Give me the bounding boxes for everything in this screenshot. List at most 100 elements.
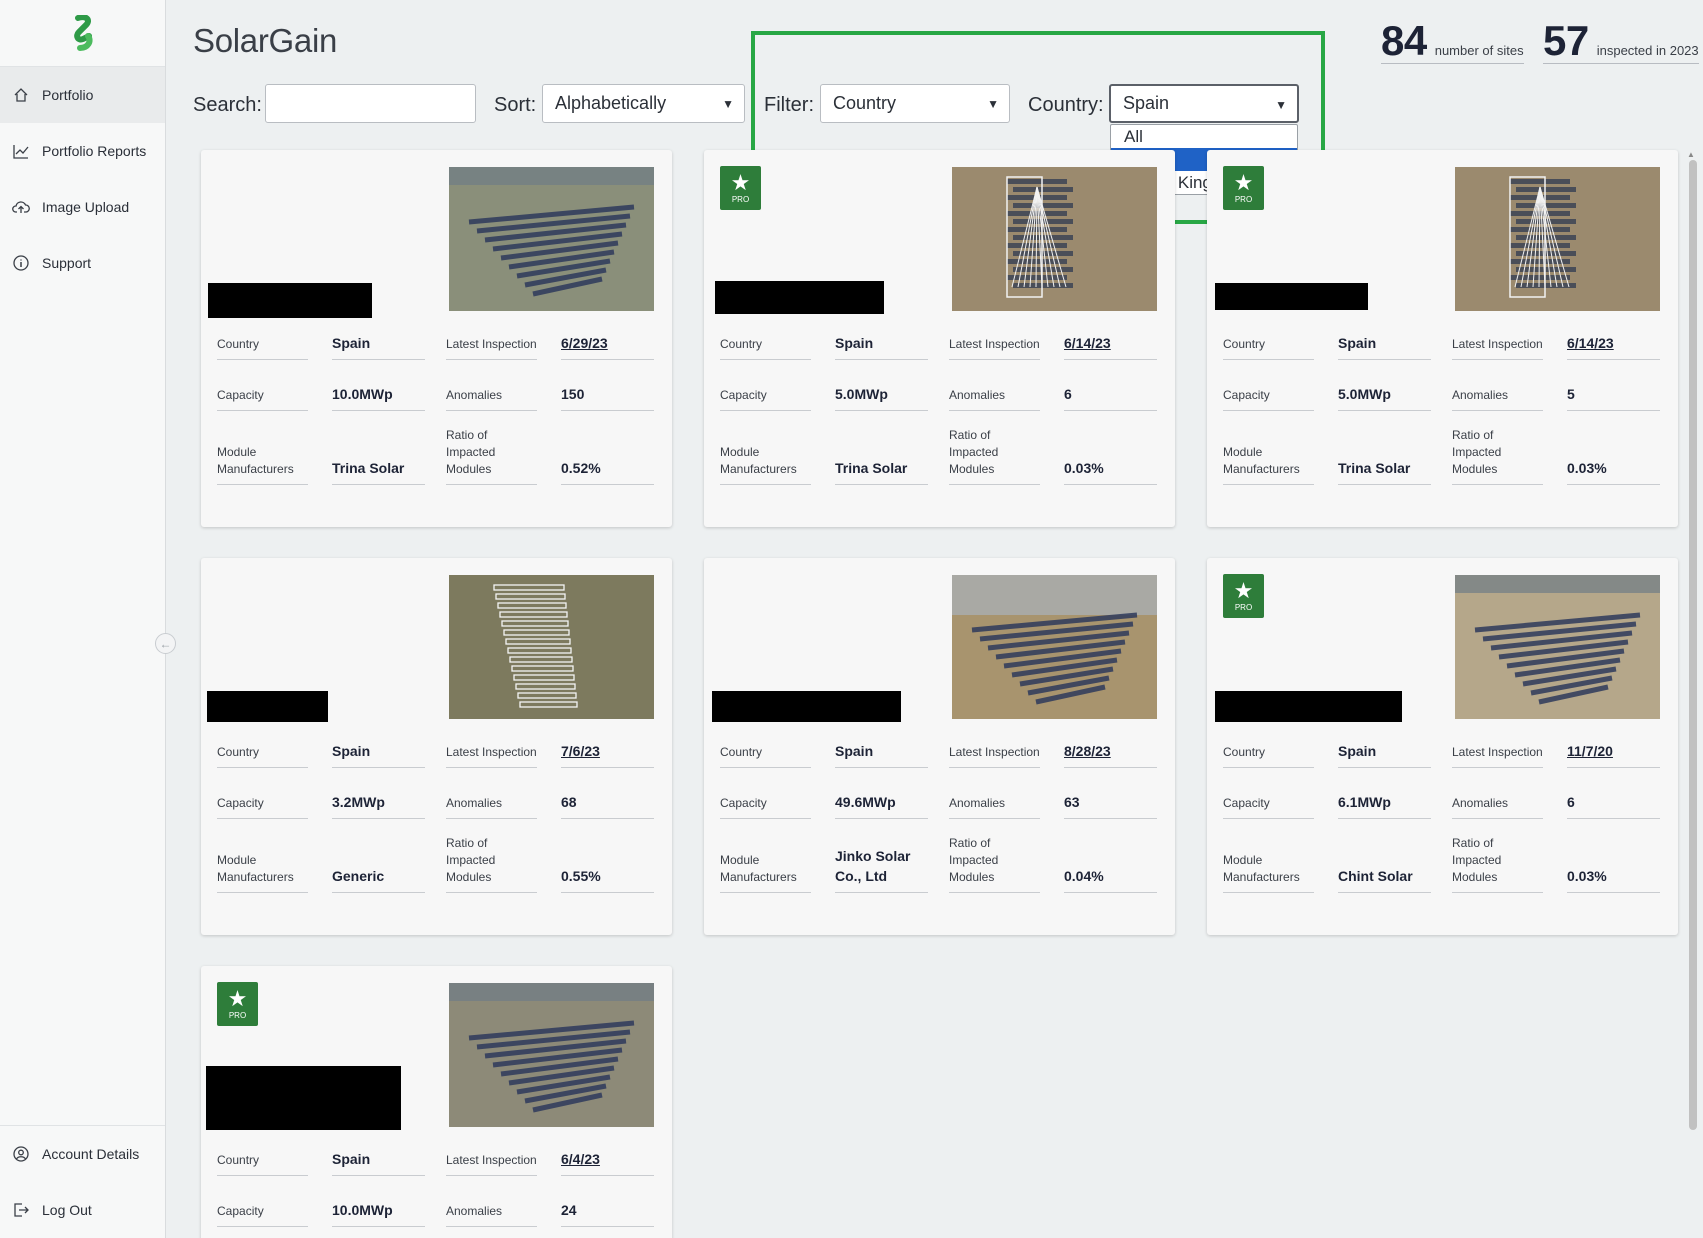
site-thumbnail-image[interactable] (1455, 575, 1660, 719)
ratio-value-cell: 0.03% (1567, 836, 1660, 893)
chevron-down-icon: ▼ (1275, 98, 1287, 112)
anomalies-value: 63 (1064, 794, 1080, 810)
latest-inspection-label: Latest Inspection (1452, 744, 1543, 761)
country-label-cell: Country (1223, 327, 1314, 360)
inspected-stat: 57 inspected in 2023 (1543, 20, 1699, 64)
capacity-label: Capacity (720, 387, 767, 404)
anomalies-value: 6 (1064, 386, 1072, 402)
country-value: Spain (332, 1151, 371, 1167)
ratio-label-line: Ratio of (949, 428, 991, 442)
ratio-label-line: Ratio of (446, 428, 488, 442)
site-thumbnail-image[interactable] (449, 167, 654, 311)
site-thumbnail-image[interactable] (1455, 167, 1660, 311)
manufacturer-label: Module Manufacturers (1223, 852, 1300, 886)
nav-item-support[interactable]: Support (0, 235, 165, 291)
ratio-label-line: Impacted (949, 445, 999, 459)
site-thumbnail-image[interactable] (449, 575, 654, 719)
latest-inspection-value[interactable]: 11/7/20 (1567, 741, 1613, 761)
ratio-value: 0.04% (1064, 868, 1104, 884)
ratio-label-line: Ratio of (949, 836, 991, 850)
ratio-label-cell: Ratio of Impacted Modules (446, 428, 537, 485)
country-value: Spain (332, 335, 371, 351)
site-thumbnail-image[interactable] (952, 167, 1157, 311)
info-icon (12, 254, 30, 272)
country-value: Spain (835, 335, 874, 351)
nav-item-log-out[interactable]: Log Out (0, 1182, 165, 1238)
site-card[interactable]: Country Spain Latest Inspection 8/28/23 Capa… (704, 558, 1175, 935)
country-label-line: Country (1223, 337, 1266, 351)
capacity-value: 3.2MWp (332, 794, 385, 810)
site-thumbnail-image[interactable] (449, 983, 654, 1127)
capacity-label-line: Capacity (1223, 388, 1270, 402)
ratio-value-cell: 0.04% (1064, 836, 1157, 893)
capacity-value-cell: 10.0MWp (332, 1194, 425, 1227)
capacity-value: 6.1MWp (1338, 794, 1391, 810)
site-card[interactable]: ★ PRO Country Spain Latest Inspection 6/14/23… (704, 150, 1175, 527)
scroll-up-icon[interactable]: ▲ (1687, 150, 1695, 159)
latest-inspection-value[interactable]: 6/14/23 (1567, 333, 1614, 353)
anomalies-value-cell: 150 (561, 378, 654, 411)
nav-item-label: Portfolio (42, 87, 94, 103)
user-icon (12, 1145, 30, 1163)
ratio-label-cell: Ratio of Impacted Modules (1452, 428, 1543, 485)
site-card[interactable]: ★ PRO Country Spain Latest Inspection 6/14/23… (1207, 150, 1678, 527)
ratio-label-line: Modules (446, 870, 492, 884)
sites-count: 84 (1381, 17, 1427, 64)
page-title: SolarGain (193, 22, 338, 59)
manufacturer-label-line: Module (217, 445, 257, 459)
capacity-label-cell: Capacity (720, 786, 811, 819)
manufacturer-label-line: Manufacturers (720, 462, 797, 476)
latest-inspection-value-cell: 6/4/23 (561, 1143, 654, 1176)
star-icon: ★ (227, 985, 248, 1011)
latest-inspection-value[interactable]: 6/29/23 (561, 333, 608, 353)
page-scrollbar[interactable]: ▲ (1687, 150, 1698, 1238)
sites-stat: 84 number of sites (1381, 20, 1524, 64)
filter-select[interactable]: Country ▼ (820, 84, 1010, 123)
nav-item-image-upload[interactable]: Image Upload (0, 179, 165, 235)
anomalies-value: 6 (1567, 794, 1575, 810)
scrollbar-thumb[interactable] (1689, 160, 1697, 1130)
country-label: Country (217, 744, 259, 761)
anomalies-label: Anomalies (446, 387, 502, 404)
sort-select[interactable]: Alphabetically ▼ (542, 84, 745, 123)
country-label-line: Country (1223, 745, 1266, 759)
app-logo[interactable] (0, 0, 165, 67)
home-icon (12, 86, 30, 104)
manufacturer-label: Module Manufacturers (1223, 444, 1300, 478)
anomalies-label-cell: Anomalies (446, 1194, 537, 1227)
country-value-cell: Spain (332, 735, 425, 768)
latest-inspection-value[interactable]: 6/4/23 (561, 1149, 600, 1169)
latest-inspection-label-cell: Latest Inspection (446, 327, 537, 360)
nav-item-portfolio-reports[interactable]: Portfolio Reports (0, 123, 165, 179)
country-label: Country (720, 336, 762, 353)
pro-badge-label: PRO (1234, 602, 1253, 612)
latest-inspection-value[interactable]: 6/14/23 (1064, 333, 1111, 353)
country-select[interactable]: Spain ▼ (1109, 84, 1299, 123)
country-value: Spain (1338, 335, 1377, 351)
site-card[interactable]: ★ PRO Country Spain Latest Inspection 6/4/23 C… (201, 966, 672, 1238)
ratio-value: 0.52% (561, 460, 601, 476)
collapse-sidebar-button[interactable]: ← (155, 633, 176, 654)
nav-item-account-details[interactable]: Account Details (0, 1126, 165, 1182)
anomalies-value-cell: 6 (1567, 786, 1660, 819)
latest-inspection-value[interactable]: 8/28/23 (1064, 741, 1111, 761)
anomalies-label-line: Anomalies (949, 388, 1006, 402)
ratio-label-line: Impacted (1452, 445, 1502, 459)
site-thumbnail-image[interactable] (952, 575, 1157, 719)
anomalies-label: Anomalies (1452, 387, 1508, 404)
search-input[interactable] (265, 84, 476, 123)
country-option[interactable]: All (1111, 125, 1297, 148)
country-value: Spain (332, 743, 371, 759)
capacity-value-cell: 5.0MWp (1338, 378, 1431, 411)
site-card[interactable]: ★ PRO Country Spain Latest Inspection 11/7/20… (1207, 558, 1678, 935)
ratio-label-line: Impacted (446, 853, 496, 867)
manufacturer-label-cell: Module Manufacturers (1223, 428, 1314, 485)
country-value-cell: Spain (1338, 327, 1431, 360)
sites-label: number of sites (1434, 43, 1524, 58)
site-card[interactable]: Country Spain Latest Inspection 6/29/23 Capa… (201, 150, 672, 527)
nav-item-portfolio[interactable]: Portfolio (0, 67, 165, 123)
site-card[interactable]: Country Spain Latest Inspection 7/6/23 Capac… (201, 558, 672, 935)
country-value-cell: Spain (332, 327, 425, 360)
capacity-label-line: Capacity (217, 796, 264, 810)
latest-inspection-value[interactable]: 7/6/23 (561, 741, 600, 761)
